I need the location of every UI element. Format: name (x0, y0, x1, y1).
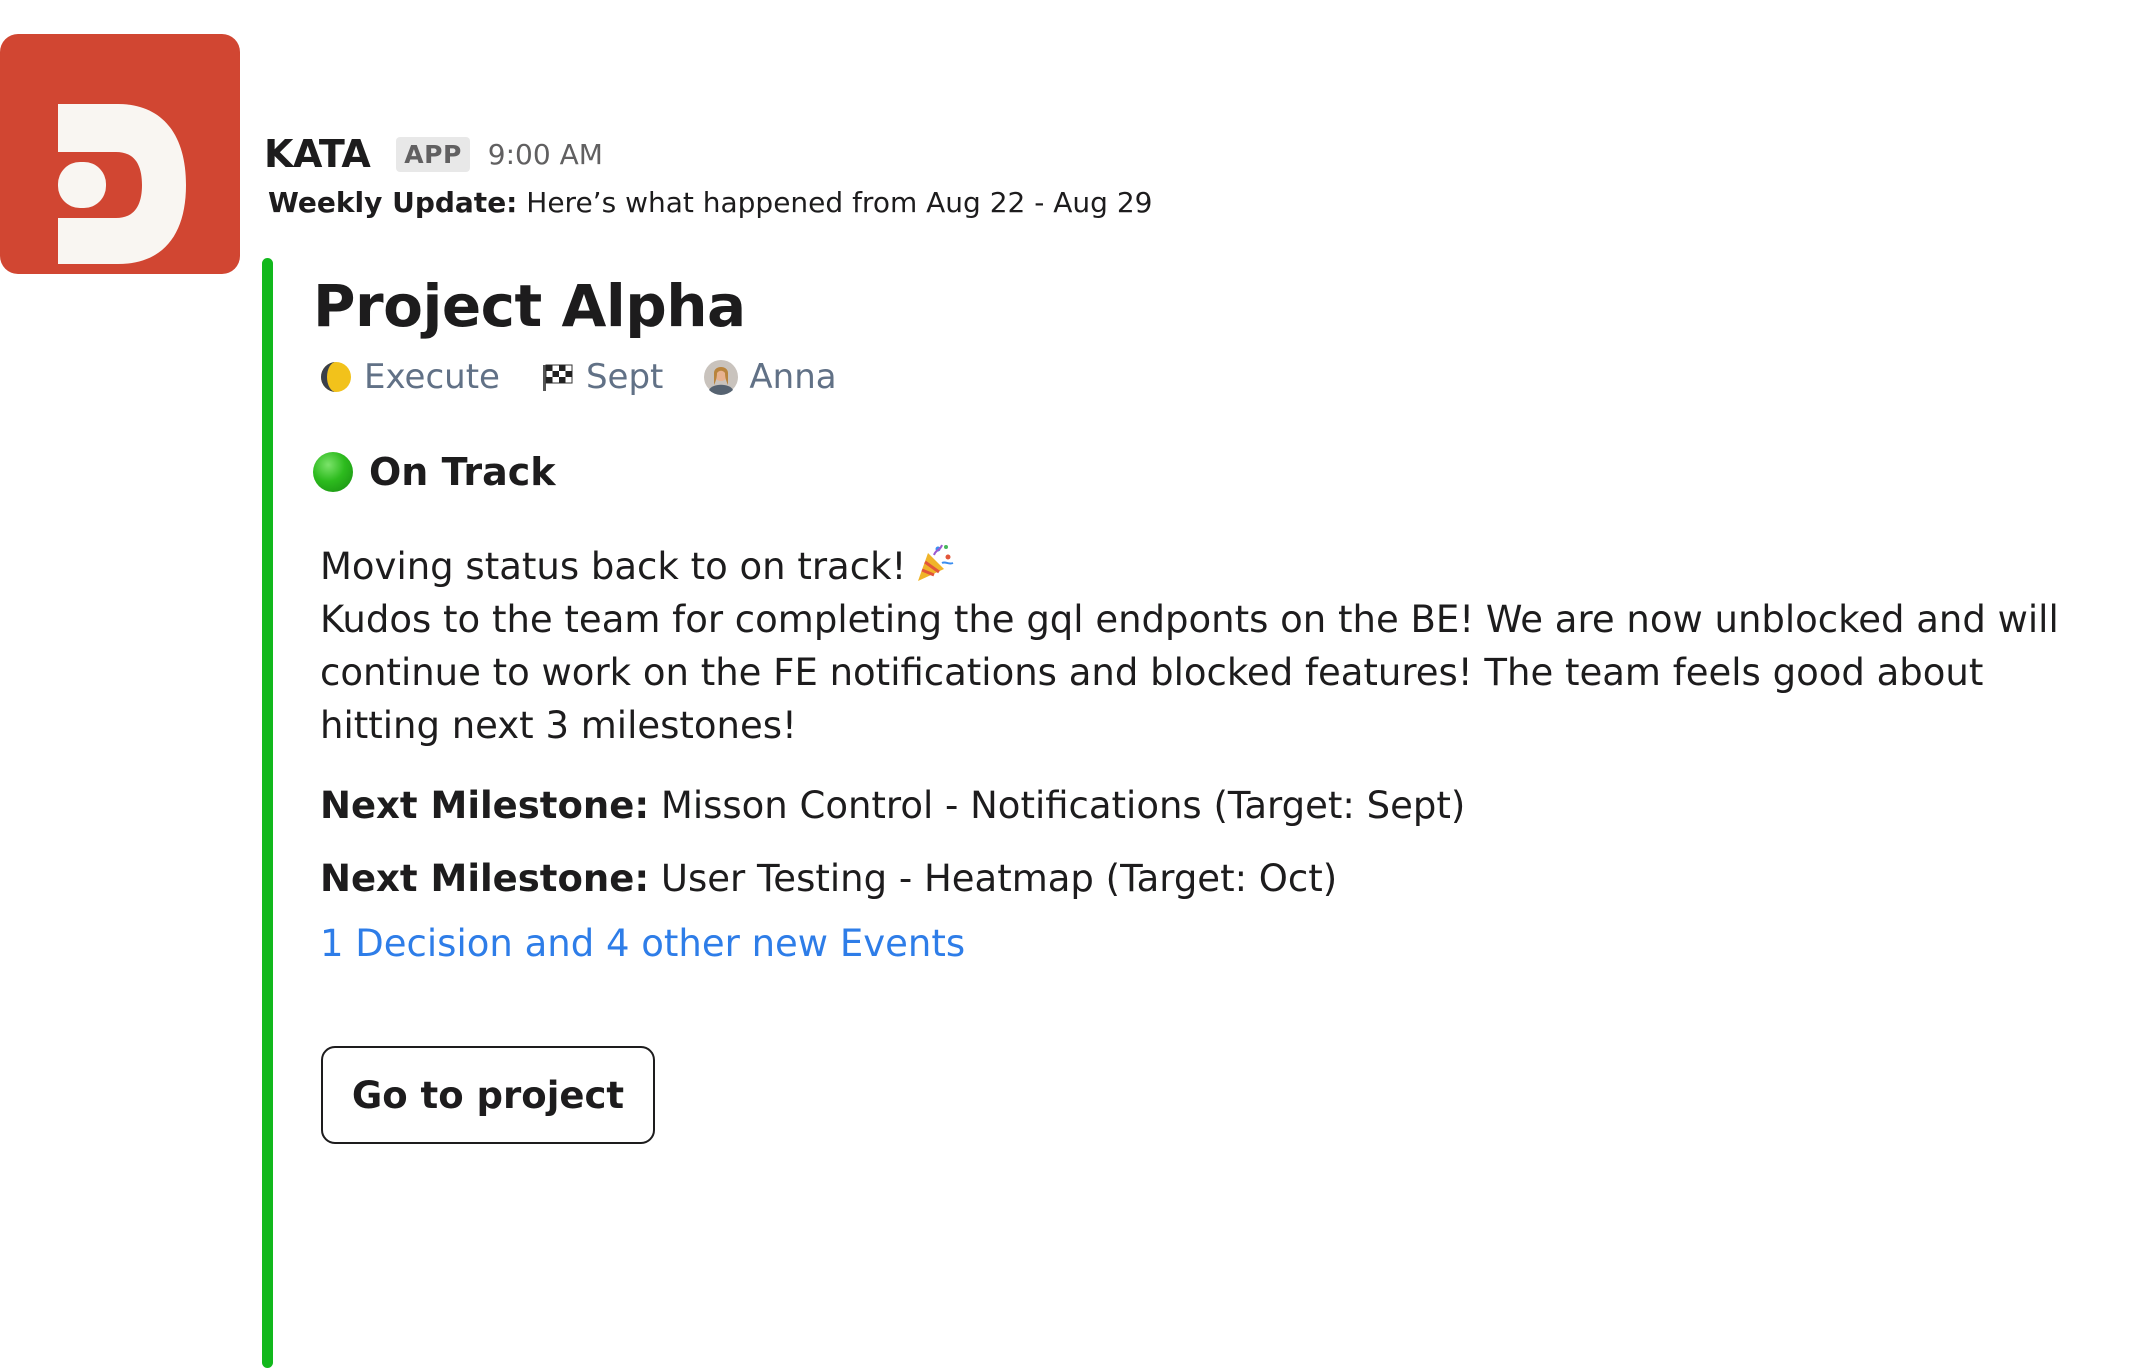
milestone-item: Next Milestone: User Testing - Heatmap (… (320, 857, 1337, 900)
app-badge: APP (396, 136, 470, 172)
weekly-update-label: Weekly Update: (268, 186, 518, 219)
owner-label: Anna (749, 357, 837, 397)
update-line-1-text: Moving status back to on track! (320, 545, 907, 588)
green-circle-icon (313, 452, 353, 492)
status-row: On Track (313, 446, 556, 498)
milestone-text: User Testing - Heatmap (Target: Oct) (649, 857, 1338, 900)
attachment-accent-bar (262, 258, 273, 1368)
milestone-label: Next Milestone: (320, 857, 650, 900)
go-to-project-button[interactable]: Go to project (321, 1046, 655, 1144)
message-time[interactable]: 9:00 AM (488, 138, 603, 171)
weekly-update-line: Weekly Update: Here’s what happened from… (268, 186, 1152, 219)
project-title: Project Alpha (313, 272, 746, 340)
target-item: Sept (540, 357, 663, 397)
sender-name[interactable]: KATA (264, 132, 371, 176)
milestone-item: Next Milestone: Misson Control - Notific… (320, 784, 1465, 827)
status-label: On Track (369, 450, 556, 494)
party-popper-icon (918, 544, 954, 581)
message-header: KATA APP 9:00 AM (264, 130, 603, 178)
kata-logo-icon (0, 34, 240, 274)
moon-icon (321, 362, 351, 392)
kata-d-logo-svg (58, 104, 186, 264)
phase-label: Execute (364, 357, 500, 397)
update-line-2: Kudos to the team for completing the gql… (320, 598, 2059, 747)
milestone-label: Next Milestone: (320, 784, 650, 827)
target-label: Sept (585, 357, 664, 397)
events-link[interactable]: 1 Decision and 4 other new Events (320, 922, 965, 965)
milestone-text: Misson Control - Notifications (Target: … (649, 784, 1466, 827)
checkered-flag-icon (542, 364, 573, 391)
update-line-1: Moving status back to on track! (320, 540, 2100, 593)
weekly-update-text: Here’s what happened from Aug 22 - Aug 2… (517, 186, 1153, 219)
update-text: Moving status back to on track! Kudos to… (320, 540, 2100, 752)
owner-item: Anna (703, 357, 837, 397)
owner-avatar-icon (704, 360, 739, 395)
phase-item: Execute (318, 357, 500, 397)
project-meta-row: Execute Sept Anna (318, 352, 837, 402)
